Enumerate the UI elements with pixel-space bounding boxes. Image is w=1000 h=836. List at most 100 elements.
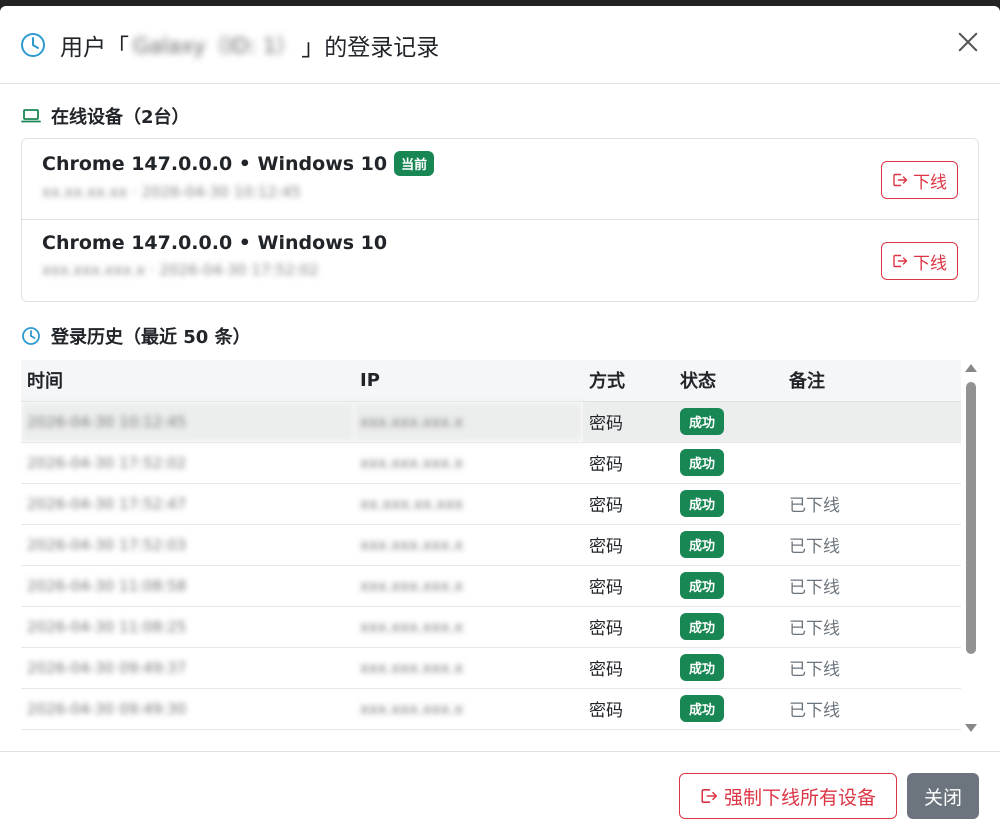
online-devices-title: 在线设备（2台） [51, 107, 190, 128]
close-button[interactable]: 关闭 [907, 773, 979, 819]
login-history-heading: 登录历史（最近 50 条） [21, 324, 979, 348]
login-history-title: 登录历史（最近 50 条） [51, 327, 251, 348]
method-cell: 密码 [583, 442, 674, 484]
table-row: 2026-04-30 11:08:58 xxx.xxx.xxx.x 密码 成功 已下线 [21, 565, 961, 607]
note-cell: 已下线 [783, 565, 961, 607]
time-cell: 2026-04-30 17:52:03 [21, 524, 354, 566]
ip-cell: xx.xxx.xx.xxx [354, 483, 583, 525]
current-badge: 当前 [394, 151, 435, 176]
time-cell: 2026-04-30 09:49:37 [21, 647, 354, 689]
time-cell: 2026-04-30 09:49:30 [21, 688, 354, 730]
status-badge: 成功 [680, 531, 725, 558]
ip-cell: xxx.xxx.xxx.x [354, 524, 583, 566]
force-offline-all-button[interactable]: 强制下线所有设备 [679, 773, 897, 819]
online-devices-list: Chrome 147.0.0.0 • Windows 10 当前 xx.xx.x… [21, 138, 979, 302]
close-icon[interactable] [956, 30, 980, 54]
column-header: 时间 [21, 360, 354, 402]
device-name-row: Chrome 147.0.0.0 • Windows 10 当前 [42, 151, 958, 176]
note-cell: 已下线 [783, 606, 961, 648]
scroll-down-arrow[interactable] [965, 724, 977, 732]
device-detail: xx.xx.xx.xx · 2026-04-30 10:12:45 [42, 183, 301, 201]
online-devices-heading: 在线设备（2台） [21, 104, 979, 128]
column-header: 方式 [583, 360, 674, 402]
ip-cell: xxx.xxx.xxx.x [354, 442, 583, 484]
ip-cell: xxx.xxx.xxx.x [354, 647, 583, 689]
time-cell: 2026-04-30 17:52:02 [21, 442, 354, 484]
column-header: 状态 [674, 360, 783, 402]
status-cell: 成功 [674, 483, 783, 525]
status-badge: 成功 [680, 654, 725, 681]
status-badge: 成功 [680, 408, 725, 435]
modal-body: 在线设备（2台） Chrome 147.0.0.0 • Windows 10 当… [0, 84, 1000, 736]
table-row: 2026-04-30 10:12:45 xxx.xxx.xxx.x 密码 成功 [21, 401, 961, 443]
table-row: 2026-04-30 11:08:25 xxx.xxx.xxx.x 密码 成功 已下线 [21, 606, 961, 648]
method-cell: 密码 [583, 401, 674, 443]
ip-cell: xxx.xxx.xxx.x [354, 401, 583, 443]
table-row: 2026-04-30 09:49:37 xxx.xxx.xxx.x 密码 成功 已下线 [21, 647, 961, 689]
modal-header: 用户「 Galaxy（ID: 1） 」的登录记录 [0, 6, 1000, 84]
status-badge: 成功 [680, 695, 725, 722]
status-cell: 成功 [674, 524, 783, 566]
history-table: 时间 IP 方式 状态 备注 2026-04-30 10:12:45 xxx.xx… [21, 360, 961, 730]
method-cell: 密码 [583, 524, 674, 566]
column-header: 备注 [783, 360, 961, 402]
status-badge: 成功 [680, 613, 725, 640]
status-badge: 成功 [680, 449, 725, 476]
note-cell: 已下线 [783, 483, 961, 525]
modal-footer: 强制下线所有设备 关闭 [0, 751, 1000, 836]
method-cell: 密码 [583, 483, 674, 525]
method-cell: 密码 [583, 606, 674, 648]
force-offline-label: 强制下线所有设备 [723, 786, 876, 809]
box-arrow-right-icon [893, 254, 908, 268]
title-suffix: 」的登录记录 [301, 34, 440, 61]
note-cell: 已下线 [783, 688, 961, 730]
device-detail: xxx.xxx.xxx.x · 2026-04-30 17:52:02 [42, 261, 319, 279]
ip-cell: xxx.xxx.xxx.x [354, 688, 583, 730]
status-cell: 成功 [674, 442, 783, 484]
table-row: 2026-04-30 09:49:30 xxx.xxx.xxx.x 密码 成功 已下线 [21, 688, 961, 730]
status-cell: 成功 [674, 401, 783, 443]
clock-icon [21, 326, 41, 346]
table-header-row: 时间 IP 方式 状态 备注 [21, 360, 961, 402]
device-item: Chrome 147.0.0.0 • Windows 10 当前 xx.xx.x… [22, 139, 978, 220]
username-blurred: Galaxy（ID: 1） [133, 33, 298, 58]
table-row: 2026-04-30 17:52:03 xxx.xxx.xxx.x 密码 成功 已下线 [21, 524, 961, 566]
status-cell: 成功 [674, 606, 783, 648]
offline-button[interactable]: 下线 [881, 161, 958, 199]
offline-label: 下线 [913, 172, 947, 193]
status-cell: 成功 [674, 647, 783, 689]
note-cell: 已下线 [783, 647, 961, 689]
method-cell: 密码 [583, 688, 674, 730]
laptop-icon [21, 106, 41, 126]
modal-title: 用户「 Galaxy（ID: 1） 」的登录记录 [60, 28, 439, 62]
clock-icon [20, 32, 46, 58]
ip-cell: xxx.xxx.xxx.x [354, 606, 583, 648]
offline-label: 下线 [913, 253, 947, 274]
status-badge: 成功 [680, 490, 725, 517]
column-header: IP [354, 360, 583, 402]
box-arrow-right-icon [893, 173, 908, 187]
time-cell: 2026-04-30 11:08:25 [21, 606, 354, 648]
device-name: Chrome 147.0.0.0 • Windows 10 [42, 152, 388, 175]
device-item: Chrome 147.0.0.0 • Windows 10 xxx.xxx.xx… [22, 220, 978, 301]
history-table-container[interactable]: 时间 IP 方式 状态 备注 2026-04-30 10:12:45 xxx.xx… [21, 360, 979, 736]
table-scrollbar[interactable] [963, 360, 979, 736]
status-cell: 成功 [674, 565, 783, 607]
login-records-modal: 用户「 Galaxy（ID: 1） 」的登录记录 在线设备（2台） Chrome… [0, 6, 1000, 836]
box-arrow-right-icon [701, 789, 718, 803]
scroll-up-arrow[interactable] [965, 364, 977, 372]
offline-button[interactable]: 下线 [881, 242, 958, 280]
note-cell [783, 401, 961, 443]
scrollbar-thumb[interactable] [966, 382, 976, 654]
table-row: 2026-04-30 17:52:47 xx.xxx.xx.xxx 密码 成功 已下线 [21, 483, 961, 525]
table-row: 2026-04-30 17:52:02 xxx.xxx.xxx.x 密码 成功 [21, 442, 961, 484]
time-cell: 2026-04-30 11:08:58 [21, 565, 354, 607]
method-cell: 密码 [583, 647, 674, 689]
note-cell [783, 442, 961, 484]
status-cell: 成功 [674, 688, 783, 730]
time-cell: 2026-04-30 17:52:47 [21, 483, 354, 525]
note-cell: 已下线 [783, 524, 961, 566]
time-cell: 2026-04-30 10:12:45 [21, 401, 354, 443]
method-cell: 密码 [583, 565, 674, 607]
device-name: Chrome 147.0.0.0 • Windows 10 [42, 232, 388, 254]
